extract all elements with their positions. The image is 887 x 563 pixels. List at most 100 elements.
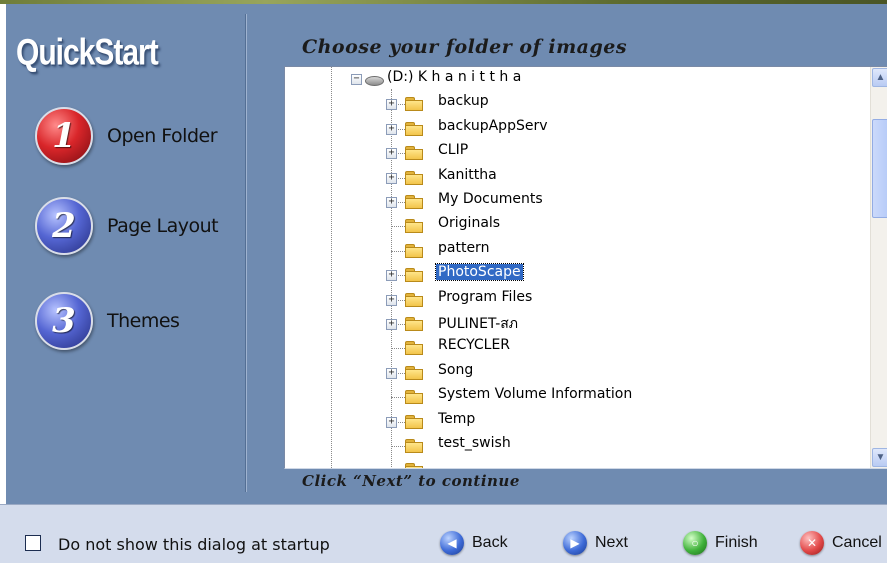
tree-folder-item[interactable]: + backup [285, 92, 870, 116]
folder-icon [405, 195, 423, 209]
collapse-icon[interactable]: − [351, 74, 362, 85]
tree-folder-label: Temp [438, 410, 476, 427]
tree-connector [391, 226, 405, 228]
folder-tree[interactable]: − (D:) K h a n i t t h a + backup + backupApp… [284, 66, 887, 469]
tree-connector [391, 446, 405, 447]
continue-hint: Click “Next” to continue [302, 472, 520, 490]
finish-label: Finish [715, 534, 758, 551]
tree-connector [391, 397, 405, 399]
finish-button[interactable]: ○ Finish [683, 531, 758, 555]
startup-checkbox[interactable] [25, 535, 41, 551]
folder-icon [405, 268, 423, 283]
expand-icon[interactable]: + [386, 99, 397, 111]
step-3-label: Themes [107, 310, 180, 332]
folder-heading: Choose your folder of images [302, 36, 628, 58]
tree-folder-item[interactable]: test_swish [285, 434, 870, 458]
tree-root-drive[interactable]: − (D:) K h a n i t t h a [285, 68, 870, 92]
folder-icon [405, 414, 423, 429]
tree-folder-label: My Documents [438, 191, 543, 207]
folder-icon [405, 243, 423, 258]
tree-folder-label: RECYCLER [438, 337, 511, 354]
expand-icon[interactable]: + [386, 123, 397, 135]
expand-icon[interactable]: + [386, 148, 397, 160]
back-label: Back [472, 534, 508, 551]
expand-icon[interactable]: + [386, 294, 397, 306]
tree-folder-item[interactable]: RECYCLER [285, 336, 870, 360]
tree-folder-label: Song [438, 361, 474, 378]
tree-folder-item[interactable]: + CLIP [285, 141, 870, 165]
folder-icon [405, 146, 423, 161]
tree-folder-item[interactable]: + Program Files [285, 288, 870, 312]
tree-folder-label: test_swish [438, 435, 511, 451]
expand-icon[interactable]: + [386, 270, 397, 282]
step-page-layout[interactable]: 2 Page Layout [35, 197, 219, 255]
folder-icon [405, 97, 423, 112]
folder-icon [405, 341, 423, 356]
tree-folder-item[interactable]: + PULINET-สภ [285, 312, 870, 336]
tree-folder-item[interactable]: pattern [285, 239, 870, 263]
folder-icon [405, 292, 423, 307]
tree-scrollbar[interactable]: ▲ ▼ [870, 67, 887, 468]
tree-folder-label: PhotoScape [435, 263, 524, 282]
tree-folder-item[interactable]: Originals [285, 214, 870, 238]
expand-icon[interactable]: + [386, 319, 397, 330]
folder-icon [405, 170, 423, 185]
tree-folder-item[interactable]: + PhotoScape [285, 263, 870, 287]
footer-divider [0, 504, 887, 505]
folder-icon [405, 463, 423, 468]
step-3-icon: 3 [35, 292, 93, 350]
cancel-label: Cancel [832, 534, 882, 551]
expand-icon[interactable]: + [386, 416, 397, 428]
startup-checkbox-label: Do not show this dialog at startup [58, 535, 330, 554]
tree-folder-item[interactable]: + Temp [285, 410, 870, 434]
next-arrow-icon: ▶ [563, 531, 587, 555]
tree-folder-label: backupAppServ [438, 117, 548, 134]
step-2-label: Page Layout [107, 215, 219, 237]
drive-icon [365, 76, 384, 86]
tree-folder-label: PULINET-สภ [438, 316, 519, 332]
tree-folder-item[interactable]: System Volume Information [285, 385, 870, 409]
finish-icon: ○ [683, 531, 707, 555]
step-themes[interactable]: 3 Themes [35, 292, 180, 350]
quickstart-title: QuickStart [16, 32, 159, 74]
tree-folder-label: Originals [438, 215, 501, 232]
cancel-button[interactable]: ✕ Cancel [800, 531, 882, 555]
tree-connector [391, 250, 405, 252]
back-arrow-icon: ◀ [440, 531, 464, 555]
tree-folder-item[interactable]: + backupAppServ [285, 117, 870, 141]
folder-tree-rows: − (D:) K h a n i t t h a + backup + backupApp… [285, 67, 870, 468]
tree-folder-label: backup [438, 93, 489, 110]
tree-folder-label: CLIP [438, 142, 469, 159]
scroll-up-icon[interactable]: ▲ [872, 68, 887, 87]
tree-root-label: (D:) K h a n i t t h a [387, 69, 522, 85]
folder-icon [405, 365, 423, 380]
next-button[interactable]: ▶ Next [563, 531, 628, 555]
step-1-icon: 1 [35, 107, 93, 165]
back-button[interactable]: ◀ Back [440, 531, 508, 555]
expand-icon[interactable]: + [386, 172, 397, 184]
tree-folder-label: Kanittha [438, 166, 497, 183]
tree-folder-item-partial[interactable] [285, 458, 870, 468]
next-label: Next [595, 534, 628, 551]
folder-icon [405, 121, 423, 136]
cancel-x-icon: ✕ [800, 531, 824, 555]
tree-folder-item[interactable]: + Song [285, 361, 870, 385]
scroll-down-icon[interactable]: ▼ [872, 448, 887, 467]
tree-folder-item[interactable]: + My Documents [285, 190, 870, 214]
expand-icon[interactable]: + [386, 367, 397, 379]
expand-icon[interactable]: + [386, 197, 397, 208]
tree-folder-label: pattern [438, 239, 490, 256]
folder-icon [405, 390, 423, 405]
step-2-icon: 2 [35, 197, 93, 255]
panel-divider [246, 14, 247, 492]
tree-folder-label: Program Files [438, 288, 533, 305]
step-open-folder[interactable]: 1 Open Folder [35, 107, 218, 165]
folder-icon [405, 317, 423, 331]
folder-icon [405, 219, 423, 234]
folder-icon [405, 439, 423, 453]
scroll-thumb[interactable] [872, 119, 887, 218]
tree-folder-label: System Volume Information [438, 386, 633, 403]
step-1-label: Open Folder [107, 125, 218, 147]
tree-connector [391, 348, 405, 350]
tree-folder-item[interactable]: + Kanittha [285, 166, 870, 190]
